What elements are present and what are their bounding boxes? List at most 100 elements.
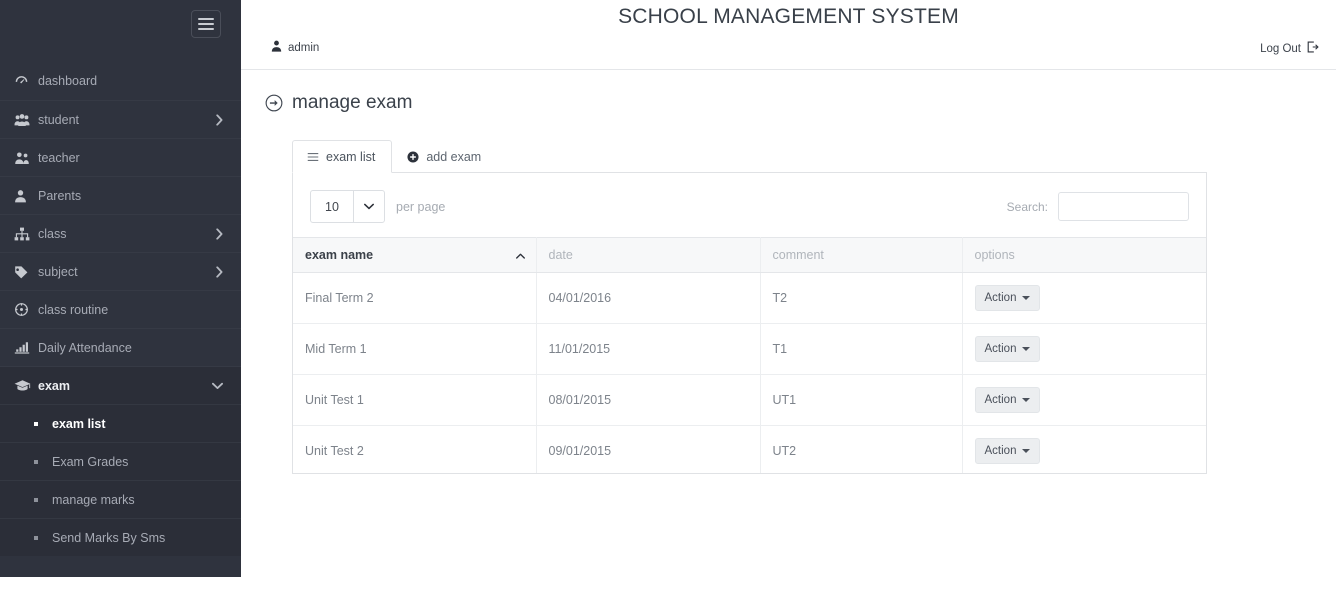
sidebar-item-student[interactable]: student xyxy=(0,100,241,138)
table-head: exam name date comment options xyxy=(293,237,1206,273)
cell-comment: T2 xyxy=(760,272,963,324)
sidebar-item-teacher[interactable]: teacher xyxy=(0,138,241,176)
sidebar-subitem-manage-marks[interactable]: manage marks xyxy=(0,480,241,518)
tab-exam-list[interactable]: exam list xyxy=(292,140,393,173)
column-header-label: options xyxy=(974,248,1015,262)
search-group: Search: xyxy=(1007,192,1189,221)
cell-exam-name: Unit Test 2 xyxy=(293,425,537,473)
cell-date: 09/01/2015 xyxy=(536,425,761,473)
per-page-group: 10 per page xyxy=(310,190,445,223)
chevron-right-icon xyxy=(216,228,223,239)
sidebar-item-label: class routine xyxy=(38,302,109,317)
caret-down-icon xyxy=(1022,449,1031,453)
table-row: Unit Test 2 09/01/2015 UT2 Action xyxy=(293,425,1206,473)
hamburger-bar xyxy=(198,18,214,20)
cell-comment: UT1 xyxy=(760,374,963,426)
compass-icon xyxy=(14,302,36,317)
sidebar-item-label: student xyxy=(38,112,80,127)
hamburger-bar xyxy=(198,28,214,30)
search-input[interactable] xyxy=(1058,192,1189,221)
dashboard-gauge-icon xyxy=(14,74,36,89)
sidebar-subitem-send-marks-by-sms[interactable]: Send Marks By Sms xyxy=(0,518,241,556)
cell-options: Action xyxy=(962,272,1206,324)
hamburger-icon[interactable] xyxy=(191,10,221,38)
sidebar-item-label: class xyxy=(38,226,67,241)
per-page-value: 10 xyxy=(325,199,339,214)
tab-label: add exam xyxy=(426,150,482,164)
arrow-circle-right-icon xyxy=(265,94,283,112)
per-page-select[interactable]: 10 xyxy=(310,190,385,223)
sidebar-item-dashboard[interactable]: dashboard xyxy=(0,62,241,100)
user-menu[interactable]: admin xyxy=(271,40,319,55)
user-name: admin xyxy=(288,41,320,54)
cell-options: Action xyxy=(962,425,1206,473)
chevron-down-icon[interactable] xyxy=(353,191,384,222)
action-button-label: Action xyxy=(984,343,1017,355)
cell-options: Action xyxy=(962,323,1206,375)
graduation-cap-icon xyxy=(14,379,36,392)
teachers-icon xyxy=(14,151,36,165)
main-content: SCHOOL MANAGEMENT SYSTEM admin Log Out m… xyxy=(241,0,1336,592)
logout-button[interactable]: Log Out xyxy=(1260,41,1319,56)
cell-options: Action xyxy=(962,374,1206,426)
action-button[interactable]: Action xyxy=(974,336,1041,362)
parent-user-icon xyxy=(14,189,36,203)
bullet-icon xyxy=(34,535,38,540)
sidebar-item-subject[interactable]: subject xyxy=(0,252,241,290)
column-header-comment[interactable]: comment xyxy=(760,237,963,273)
cell-date: 11/01/2015 xyxy=(536,323,761,375)
tab-add-exam[interactable]: add exam xyxy=(392,140,498,173)
sidebar-submenu-exam: exam list Exam Grades manage marks Send … xyxy=(0,404,241,556)
tabs-container: exam list add exam 10 per page Search: e… xyxy=(292,140,1207,474)
chevron-right-icon xyxy=(216,266,223,277)
user-icon xyxy=(271,40,282,55)
sidebar-subitem-label: Exam Grades xyxy=(52,454,129,469)
chevron-right-icon xyxy=(216,114,223,125)
logout-label: Log Out xyxy=(1260,42,1301,55)
bar-chart-icon xyxy=(14,341,36,354)
sidebar-item-label: teacher xyxy=(38,150,80,165)
sidebar-subitem-exam-list[interactable]: exam list xyxy=(0,404,241,442)
page-header: manage exam xyxy=(241,70,1336,114)
sitemap-icon xyxy=(14,227,36,241)
sidebar: dashboard student teacher Parents class … xyxy=(0,0,241,577)
sidebar-subitem-exam-grades[interactable]: Exam Grades xyxy=(0,442,241,480)
search-label: Search: xyxy=(1006,199,1048,214)
table-row: Final Term 2 04/01/2016 T2 Action xyxy=(293,272,1206,324)
table-controls: 10 per page Search: xyxy=(293,173,1206,237)
cell-comment: UT2 xyxy=(760,425,963,473)
table-row: Mid Term 1 11/01/2015 T1 Action xyxy=(293,323,1206,375)
tab-list: exam list add exam xyxy=(292,140,1207,173)
hamburger-bar xyxy=(198,23,214,25)
cell-date: 04/01/2016 xyxy=(536,272,761,324)
cell-comment: T1 xyxy=(760,323,963,375)
students-group-icon xyxy=(14,113,36,127)
sidebar-item-daily-attendance[interactable]: Daily Attendance xyxy=(0,328,241,366)
cell-exam-name: Unit Test 1 xyxy=(293,374,537,426)
cell-exam-name: Mid Term 1 xyxy=(293,323,537,375)
sidebar-item-parents[interactable]: Parents xyxy=(0,176,241,214)
app-title: SCHOOL MANAGEMENT SYSTEM xyxy=(618,5,959,28)
plus-circle-icon xyxy=(407,151,419,163)
per-page-label: per page xyxy=(396,199,446,214)
sidebar-subitem-label: manage marks xyxy=(52,492,135,507)
action-button[interactable]: Action xyxy=(974,438,1041,464)
sidebar-item-class[interactable]: class xyxy=(0,214,241,252)
action-button[interactable]: Action xyxy=(974,387,1041,413)
table-header-row: exam name date comment options xyxy=(293,237,1206,273)
list-icon xyxy=(307,152,319,162)
sidebar-item-label: exam xyxy=(38,378,70,393)
sidebar-item-exam[interactable]: exam xyxy=(0,366,241,404)
sidebar-item-class-routine[interactable]: class routine xyxy=(0,290,241,328)
exam-table: exam name date comment options Final Ter… xyxy=(293,237,1206,473)
sidebar-item-label: Daily Attendance xyxy=(38,340,132,355)
caret-down-icon xyxy=(1022,398,1031,402)
table-body: Final Term 2 04/01/2016 T2 Action Mid Te… xyxy=(293,272,1206,473)
bullet-icon xyxy=(34,497,38,502)
column-header-exam-name[interactable]: exam name xyxy=(293,237,537,273)
column-header-options[interactable]: options xyxy=(962,237,1206,273)
action-button[interactable]: Action xyxy=(974,285,1041,311)
caret-down-icon xyxy=(1022,347,1031,351)
tab-label: exam list xyxy=(326,150,376,164)
column-header-date[interactable]: date xyxy=(536,237,761,273)
